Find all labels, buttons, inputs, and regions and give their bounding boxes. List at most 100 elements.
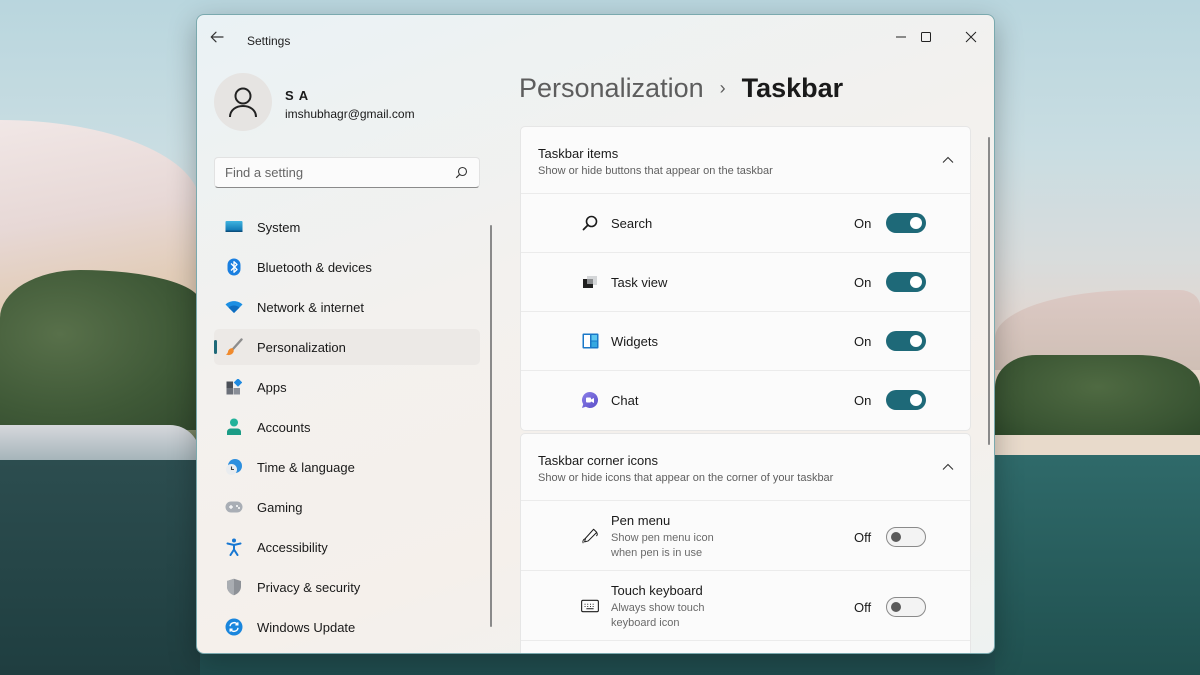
sidebar-item-accounts[interactable]: Accounts <box>214 409 480 445</box>
sidebar-item-label: Network & internet <box>257 299 364 315</box>
widgets-icon <box>581 332 599 350</box>
search-toggle[interactable] <box>886 213 926 233</box>
toggle-state: On <box>854 393 872 408</box>
sidebar-item-privacy-security[interactable]: Privacy & security <box>214 569 480 605</box>
wallpaper-water-left <box>0 460 200 675</box>
wallpaper-rock-left <box>0 425 200 465</box>
wifi-icon <box>224 297 244 317</box>
toggle-state: On <box>854 334 872 349</box>
chat-toggle[interactable] <box>886 390 926 410</box>
user-name: S A <box>285 88 310 103</box>
apps-icon <box>224 377 244 397</box>
system-icon <box>224 217 244 237</box>
sidebar-item-accessibility[interactable]: Accessibility <box>214 529 480 565</box>
toggle-state: On <box>854 275 872 290</box>
wallpaper-water-right <box>995 455 1200 675</box>
task-view-toggle[interactable] <box>886 272 926 292</box>
brush-icon <box>224 337 244 357</box>
maximize-button[interactable] <box>904 23 948 51</box>
section-subtitle: Show or hide buttons that appear on the … <box>538 165 773 177</box>
keyboard-icon <box>581 597 599 615</box>
setting-row-search: Search On <box>521 194 970 253</box>
search-icon <box>581 214 599 232</box>
sidebar-item-apps[interactable]: Apps <box>214 369 480 405</box>
sidebar-item-personalization[interactable]: Personalization <box>214 329 480 365</box>
sidebar-item-windows-update[interactable]: Windows Update <box>214 609 480 645</box>
section-subtitle: Show or hide icons that appear on the co… <box>538 472 834 484</box>
task-view-icon <box>581 273 599 291</box>
toggle-knob <box>891 602 901 612</box>
toggle-knob <box>910 217 922 229</box>
sidebar-item-bluetooth[interactable]: Bluetooth & devices <box>214 249 480 285</box>
taskbar-items-section: Taskbar items Show or hide buttons that … <box>520 126 971 431</box>
sidebar-item-label: Privacy & security <box>257 579 361 595</box>
setting-label: Widgets <box>611 334 658 349</box>
toggle-state: On <box>854 216 872 231</box>
setting-row-task-view: Task view On <box>521 253 970 312</box>
chat-icon <box>581 391 599 409</box>
bluetooth-icon <box>224 257 244 277</box>
chevron-up-icon[interactable] <box>940 459 956 475</box>
title-bar: Settings <box>197 15 994 55</box>
settings-window: Settings S A imshubhagr@gmail.com System <box>196 14 995 654</box>
pen-icon <box>581 527 599 545</box>
chevron-up-icon[interactable] <box>940 152 956 168</box>
search-box[interactable] <box>214 157 480 188</box>
widgets-toggle[interactable] <box>886 331 926 351</box>
toggle-knob <box>910 335 922 347</box>
sidebar-item-system[interactable]: System <box>214 209 480 245</box>
search-input[interactable] <box>225 165 453 180</box>
wallpaper-sand-right <box>995 435 1200 455</box>
sidebar-item-label: Accessibility <box>257 539 328 555</box>
wallpaper-trees-left <box>0 270 200 430</box>
avatar[interactable] <box>214 73 272 131</box>
toggle-state: Off <box>854 600 872 615</box>
maximize-icon <box>921 32 931 42</box>
account-icon <box>224 417 244 437</box>
sidebar-item-label: Accounts <box>257 419 311 435</box>
sidebar-item-label: Bluetooth & devices <box>257 259 372 275</box>
search-icon[interactable] <box>453 165 469 181</box>
setting-label: Search <box>611 216 653 231</box>
section-header[interactable]: Taskbar corner icons Show or hide icons … <box>521 434 970 501</box>
shield-icon <box>224 577 244 597</box>
back-button[interactable] <box>209 29 231 51</box>
setting-label: Pen menu <box>611 513 671 528</box>
active-indicator <box>214 340 217 354</box>
close-button[interactable] <box>949 23 993 51</box>
setting-description: Show pen menu icon when pen is in use <box>611 532 714 559</box>
breadcrumb-parent[interactable]: Personalization <box>519 73 704 104</box>
wallpaper-trees-right <box>995 355 1200 435</box>
taskbar-corner-icons-section: Taskbar corner icons Show or hide icons … <box>520 433 971 653</box>
update-icon <box>224 617 244 637</box>
page-title: Taskbar <box>741 73 844 103</box>
breadcrumb: Personalization › Taskbar <box>519 73 843 104</box>
toggle-knob <box>910 394 922 406</box>
touch-keyboard-toggle[interactable] <box>886 597 926 617</box>
sidebar-item-gaming[interactable]: Gaming <box>214 489 480 525</box>
sidebar-item-label: Apps <box>257 379 287 395</box>
person-icon <box>229 87 257 118</box>
sidebar-item-label: Gaming <box>257 499 303 515</box>
section-title: Taskbar items <box>538 146 619 161</box>
sidebar-item-label: Time & language <box>257 459 355 475</box>
section-title: Taskbar corner icons <box>538 453 658 468</box>
setting-row-widgets: Widgets On <box>521 312 970 371</box>
setting-description: Always show touch keyboard icon <box>611 602 705 629</box>
accessibility-icon <box>224 537 244 557</box>
sidebar-scrollbar[interactable] <box>490 225 492 627</box>
sidebar-item-network[interactable]: Network & internet <box>214 289 480 325</box>
sidebar-item-label: Windows Update <box>257 619 356 635</box>
breadcrumb-separator-icon: › <box>719 78 726 98</box>
sidebar-item-label: System <box>257 219 301 235</box>
sidebar-item-time-language[interactable]: Time & language <box>214 449 480 485</box>
setting-row-touch-keyboard: Touch keyboard Always show touch keyboar… <box>521 571 970 641</box>
pen-menu-toggle[interactable] <box>886 527 926 547</box>
close-icon <box>965 31 977 43</box>
gamepad-icon <box>224 497 244 517</box>
user-email: imshubhagr@gmail.com <box>285 107 415 121</box>
content-scrollbar[interactable] <box>988 137 990 445</box>
section-header[interactable]: Taskbar items Show or hide buttons that … <box>521 127 970 194</box>
toggle-state: Off <box>854 530 872 545</box>
sidebar-nav: System Bluetooth & devices Network & int… <box>214 209 480 649</box>
